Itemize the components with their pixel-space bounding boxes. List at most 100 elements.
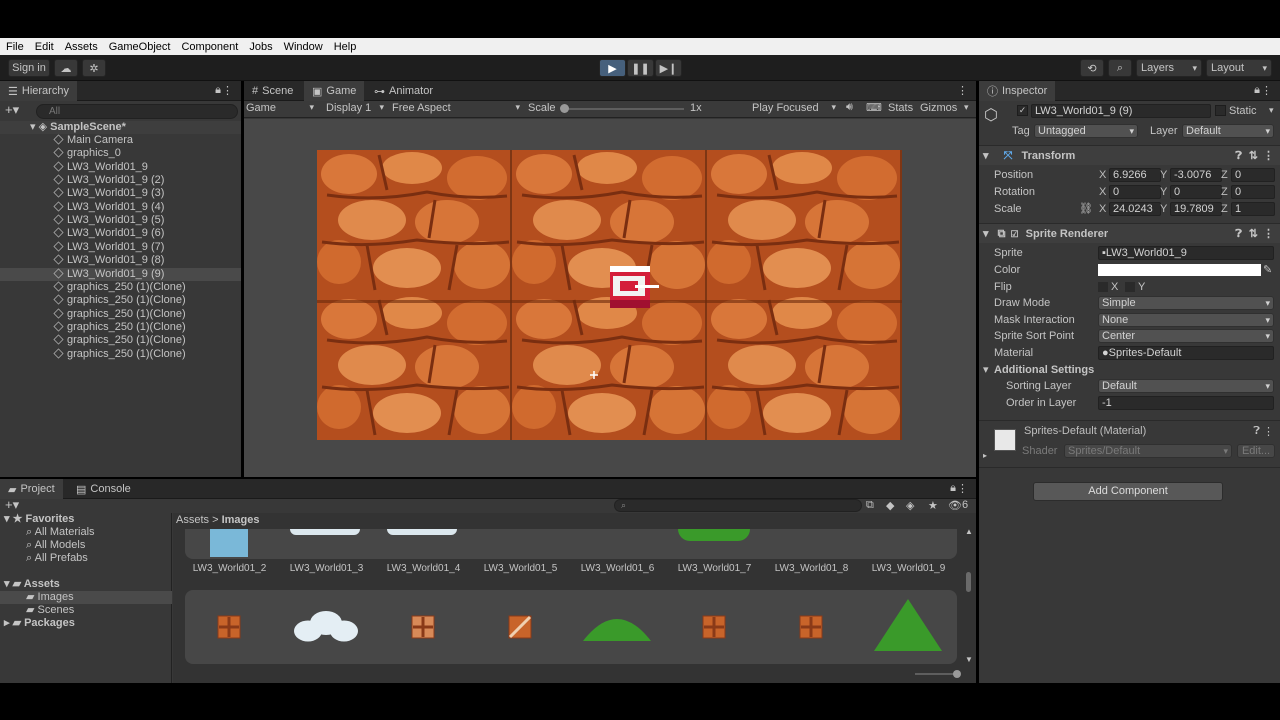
static-dropdown-icon[interactable]: ▾	[1269, 105, 1274, 116]
layout-dropdown[interactable]: Layout ▾	[1206, 59, 1272, 77]
search-by-label-icon[interactable]: ◆	[886, 499, 894, 512]
shader-edit-button[interactable]: Edit...	[1237, 444, 1275, 458]
scenes-folder-row[interactable]: ▰ Scenes	[26, 604, 74, 617]
presets-icon[interactable]: ⇅	[1249, 224, 1258, 244]
keyboard-icon[interactable]: ⌨	[866, 101, 882, 114]
aspect-dropdown[interactable]: Free Aspect ▾	[392, 102, 520, 114]
add-icon[interactable]: +▾	[5, 102, 19, 118]
lock-icon[interactable]: 🔒︎	[950, 482, 956, 495]
tab-console[interactable]: ▤ Console	[68, 479, 139, 499]
hierarchy-item[interactable]: LW3_World01_9 (5)	[0, 214, 241, 227]
history-icon[interactable]: ⟲	[1080, 59, 1104, 77]
gizmos-button[interactable]: Gizmos	[920, 102, 957, 114]
tab-hierarchy[interactable]: ☰ Hierarchy	[0, 81, 77, 101]
hierarchy-item[interactable]: graphics_0	[0, 147, 241, 160]
scene-row[interactable]: ▾ ◈ SampleScene*	[0, 121, 241, 134]
hierarchy-item[interactable]: LW3_World01_9	[0, 161, 241, 174]
project-search-input[interactable]: ⌕	[614, 499, 862, 512]
menu-assets[interactable]: Assets	[65, 41, 98, 53]
tab-game[interactable]: ▣ Game	[304, 81, 365, 101]
asset-label[interactable]: LW3_World01_9	[860, 563, 957, 574]
tab-inspector[interactable]: ⓘ Inspector	[979, 81, 1056, 101]
component-menu-icon[interactable]: ⋮	[1263, 224, 1274, 244]
hierarchy-search-input[interactable]: All	[36, 104, 238, 119]
position-x-field[interactable]: 6.9266	[1109, 168, 1161, 182]
kebab-menu-icon[interactable]: ⋮	[957, 84, 968, 97]
sort-point-dropdown[interactable]: Center	[1098, 329, 1274, 343]
asset-label[interactable]: LW3_World01_3	[278, 563, 375, 574]
material-field[interactable]: ●Sprites-Default	[1098, 346, 1274, 360]
gizmos-dropdown-icon[interactable]: ▾	[964, 102, 969, 113]
fav-all-materials[interactable]: ⌕ All Materials	[26, 526, 95, 539]
static-checkbox[interactable]	[1215, 105, 1226, 116]
help-icon[interactable]: ❓︎	[1235, 146, 1242, 166]
hierarchy-item[interactable]: LW3_World01_9 (9)	[0, 267, 241, 281]
hierarchy-item[interactable]: LW3_World01_9 (4)	[0, 201, 241, 214]
scale-slider[interactable]	[564, 108, 684, 110]
shader-dropdown[interactable]: Sprites/Default	[1064, 444, 1232, 458]
lock-icon[interactable]: 🔒︎	[215, 84, 221, 97]
scale-slider-handle[interactable]	[560, 104, 569, 113]
transform-header[interactable]: ▾ ⤧ Transform ❓︎ ⇅ ⋮	[979, 145, 1280, 165]
assets-row[interactable]: ▾ ▰ Assets	[4, 578, 60, 591]
cloud-thumbnail[interactable]	[294, 611, 358, 642]
play-button[interactable]: ▶	[599, 59, 626, 77]
component-menu-icon[interactable]: ⋮	[1263, 146, 1274, 166]
favorites-row[interactable]: ▾ ★ Favorites	[4, 513, 74, 526]
brick-thumbnail[interactable]	[702, 615, 726, 639]
mask-dropdown[interactable]: None	[1098, 313, 1274, 327]
sprite-renderer-header[interactable]: ▾ ⧉ ☑ Sprite Renderer ❓︎ ⇅ ⋮	[979, 223, 1280, 243]
menu-help[interactable]: Help	[334, 41, 357, 53]
sky-thumbnail[interactable]	[210, 529, 248, 557]
asset-label[interactable]: LW3_World01_2	[181, 563, 278, 574]
flip-y-checkbox[interactable]	[1125, 282, 1135, 292]
asset-label[interactable]: LW3_World01_8	[763, 563, 860, 574]
collab-icon[interactable]: ✲	[82, 59, 106, 77]
rotation-x-field[interactable]: 0	[1109, 185, 1161, 199]
fav-all-prefabs[interactable]: ⌕ All Prefabs	[26, 552, 88, 565]
flip-x-checkbox[interactable]	[1098, 282, 1108, 292]
cloud-thumbnail[interactable]	[290, 529, 360, 535]
breadcrumb-images[interactable]: Images	[222, 514, 260, 526]
brick-light-thumbnail[interactable]	[411, 615, 435, 639]
create-icon[interactable]: +▾	[5, 497, 19, 513]
search-by-type-icon[interactable]: ⧉	[866, 499, 874, 512]
menu-component[interactable]: Component	[181, 41, 238, 53]
asset-label[interactable]: LW3_World01_4	[375, 563, 472, 574]
order-field[interactable]: -1	[1098, 396, 1274, 410]
pause-button[interactable]: ❚❚	[627, 59, 654, 77]
constrain-proportions-icon[interactable]: ⛓	[1079, 201, 1093, 217]
additional-settings-row[interactable]: ▾ Additional Settings	[979, 362, 1280, 378]
brick-stripe-thumbnail[interactable]	[508, 615, 532, 639]
bush-thumbnail[interactable]	[583, 619, 651, 641]
hierarchy-item[interactable]: LW3_World01_9 (8)	[0, 254, 241, 267]
layers-dropdown[interactable]: Layers ▾	[1136, 59, 1202, 77]
color-swatch[interactable]	[1098, 264, 1261, 276]
hierarchy-item[interactable]: Main Camera	[0, 134, 241, 147]
hierarchy-item[interactable]: graphics_250 (1)(Clone)	[0, 308, 241, 321]
hierarchy-item[interactable]: LW3_World01_9 (3)	[0, 187, 241, 200]
search-icon[interactable]: ⌕	[1108, 59, 1132, 77]
hierarchy-item[interactable]: LW3_World01_9 (7)	[0, 241, 241, 254]
cloud-icon[interactable]: ☁	[54, 59, 78, 77]
tag-dropdown[interactable]: Untagged	[1034, 124, 1138, 138]
kebab-menu-icon[interactable]: ⋮	[1261, 84, 1272, 97]
enabled-checkbox[interactable]: ☑	[1011, 229, 1019, 239]
kebab-menu-icon[interactable]: ⋮	[222, 84, 233, 97]
draw-mode-dropdown[interactable]: Simple	[1098, 296, 1274, 310]
position-z-field[interactable]: 0	[1231, 168, 1275, 182]
sorting-layer-dropdown[interactable]: Default	[1098, 379, 1274, 393]
sprite-field[interactable]: ▪LW3_World01_9	[1098, 246, 1274, 260]
images-folder-row[interactable]: ▰ Images	[0, 591, 172, 604]
menu-window[interactable]: Window	[284, 41, 323, 53]
fav-all-models[interactable]: ⌕ All Models	[26, 539, 85, 552]
scrollbar-thumb[interactable]	[966, 572, 971, 592]
game-viewport[interactable]	[244, 119, 976, 477]
layer-dropdown[interactable]: Default	[1182, 124, 1274, 138]
favorites-icon[interactable]: ◈	[906, 499, 914, 512]
mute-audio-icon[interactable]: 🔊︎	[846, 101, 853, 114]
kebab-menu-icon[interactable]: ⋮	[957, 482, 968, 495]
hierarchy-item[interactable]: graphics_250 (1)(Clone)	[0, 321, 241, 334]
hierarchy-item[interactable]: graphics_250 (1)(Clone)	[0, 348, 241, 361]
component-menu-icon[interactable]: ⋮	[1263, 425, 1274, 438]
